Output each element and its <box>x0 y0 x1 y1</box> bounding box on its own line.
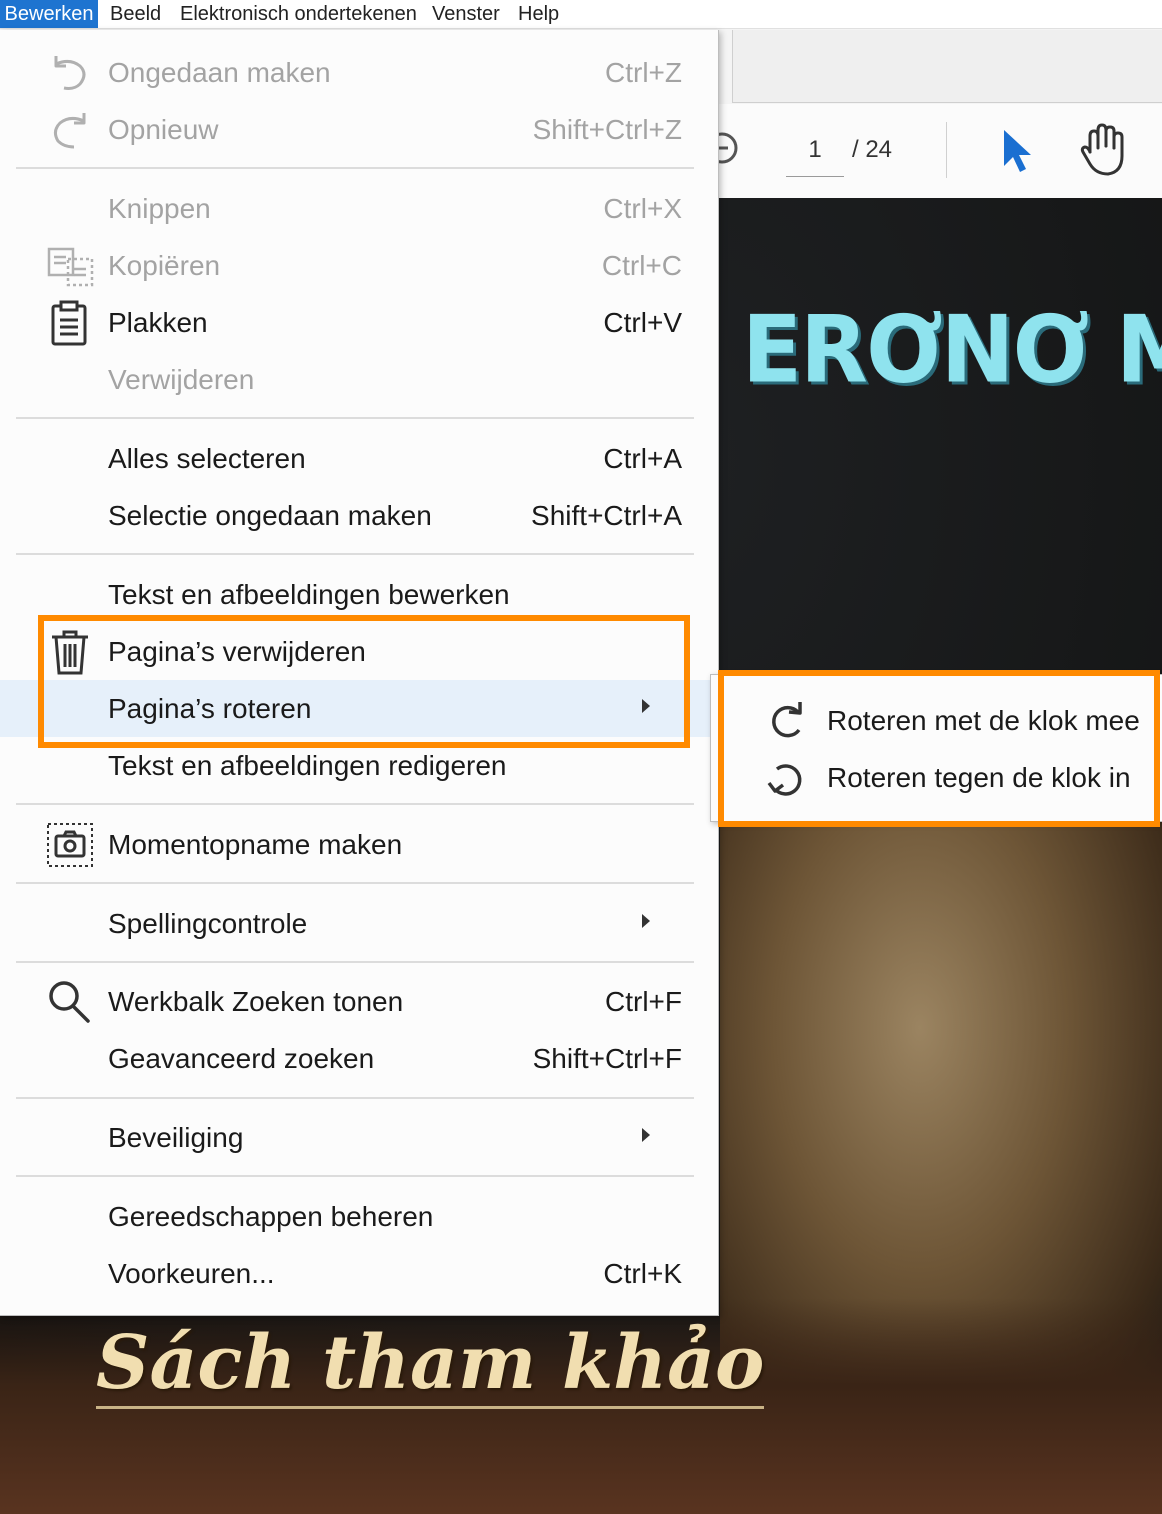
cover-title: ERƠNƠ MU <box>742 295 1162 404</box>
advanced-search-label: Geavanceerd zoeken <box>108 1043 375 1074</box>
cover-subtitle: Sách tham khảo <box>96 1320 765 1409</box>
snapshot-label: Momentopname maken <box>108 829 403 860</box>
menu-item-select-all[interactable]: Alles selecteren Ctrl+A <box>0 430 718 487</box>
menu-item-paste[interactable]: Plakken Ctrl+V <box>0 294 718 351</box>
security-label: Beveiliging <box>108 1122 244 1153</box>
menu-item-spelling[interactable]: Spellingcontrole <box>0 895 718 952</box>
menu-bar: Bewerken Beeld Elektronisch ondertekenen… <box>0 0 1162 29</box>
select-all-shortcut: Ctrl+A <box>603 443 682 474</box>
preferences-label: Voorkeuren... <box>108 1258 275 1289</box>
menu-elektronisch-ondertekenen[interactable]: Elektronisch ondertekenen <box>180 0 417 28</box>
find-toolbar-label: Werkbalk Zoeken tonen <box>108 986 404 1017</box>
manage-tools-label: Gereedschappen beheren <box>108 1201 434 1232</box>
undo-shortcut: Ctrl+Z <box>605 57 682 88</box>
menu-item-copy[interactable]: Kopiëren Ctrl+C <box>0 237 718 294</box>
paste-shortcut: Ctrl+V <box>603 307 682 338</box>
menu-venster[interactable]: Venster <box>432 0 500 28</box>
deselect-shortcut: Shift+Ctrl+A <box>531 500 682 531</box>
menu-separator <box>16 417 694 419</box>
copy-label: Kopiëren <box>108 250 221 281</box>
menu-separator <box>16 167 694 169</box>
copy-shortcut: Ctrl+C <box>601 250 682 281</box>
copy-icon <box>46 243 94 289</box>
menu-beeld[interactable]: Beeld <box>110 0 161 28</box>
cut-label: Knippen <box>108 193 211 224</box>
clipboard-icon <box>46 300 94 346</box>
menu-item-delete[interactable]: Verwijderen <box>0 351 718 408</box>
menu-help[interactable]: Help <box>518 0 559 28</box>
menu-item-snapshot[interactable]: Momentopname maken <box>0 816 718 873</box>
toolbar-divider <box>946 122 947 178</box>
undo-label: Ongedaan maken <box>108 57 331 88</box>
highlight-box-submenu <box>718 670 1160 827</box>
select-pointer-icon[interactable] <box>998 126 1034 179</box>
find-toolbar-shortcut: Ctrl+F <box>605 986 682 1017</box>
spelling-label: Spellingcontrole <box>108 908 308 939</box>
menu-item-deselect[interactable]: Selectie ongedaan maken Shift+Ctrl+A <box>0 487 718 544</box>
menu-separator <box>16 553 694 555</box>
submenu-arrow-icon <box>642 914 650 928</box>
delete-label: Verwijderen <box>108 364 255 395</box>
highlight-box-pages <box>38 615 690 748</box>
menu-item-find-toolbar[interactable]: Werkbalk Zoeken tonen Ctrl+F <box>0 973 718 1030</box>
preferences-shortcut: Ctrl+K <box>603 1258 682 1289</box>
menu-item-undo[interactable]: Ongedaan maken Ctrl+Z <box>0 44 718 101</box>
menu-separator <box>16 1097 694 1099</box>
search-icon <box>46 979 94 1025</box>
menu-separator <box>16 961 694 963</box>
page-count: / 24 <box>852 136 893 163</box>
undo-icon <box>46 50 94 96</box>
menu-separator <box>16 882 694 884</box>
paste-label: Plakken <box>108 307 208 338</box>
page-number-input[interactable]: 1 <box>786 130 844 177</box>
cut-shortcut: Ctrl+X <box>603 193 682 224</box>
menu-separator <box>16 1175 694 1177</box>
menu-separator <box>16 803 694 805</box>
advanced-search-shortcut: Shift+Ctrl+F <box>532 1043 682 1074</box>
deselect-label: Selectie ongedaan maken <box>108 500 432 531</box>
menu-item-manage-tools[interactable]: Gereedschappen beheren <box>0 1188 718 1245</box>
menu-bewerken[interactable]: Bewerken <box>0 0 98 28</box>
select-all-label: Alles selecteren <box>108 443 306 474</box>
camera-icon <box>46 822 94 868</box>
menu-item-cut[interactable]: Knippen Ctrl+X <box>0 180 718 237</box>
redo-icon <box>46 107 94 153</box>
tab-area <box>732 30 1162 103</box>
redo-label: Opnieuw <box>108 114 219 145</box>
hand-tool-icon[interactable] <box>1078 122 1132 183</box>
menu-item-security[interactable]: Beveiliging <box>0 1109 718 1166</box>
menu-item-advanced-search[interactable]: Geavanceerd zoeken Shift+Ctrl+F <box>0 1030 718 1087</box>
submenu-arrow-icon <box>642 1128 650 1142</box>
redo-shortcut: Shift+Ctrl+Z <box>532 114 682 145</box>
menu-item-redo[interactable]: Opnieuw Shift+Ctrl+Z <box>0 101 718 158</box>
menu-item-preferences[interactable]: Voorkeuren... Ctrl+K <box>0 1245 718 1302</box>
